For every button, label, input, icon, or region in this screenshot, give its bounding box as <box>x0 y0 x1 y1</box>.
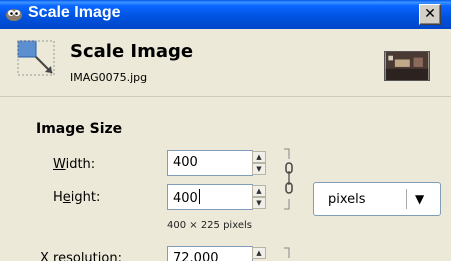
image-size-heading: Image Size <box>36 121 123 137</box>
height-spinbox[interactable]: 400 ▲ ▼ <box>167 184 266 210</box>
xres-increment-button[interactable]: ▲ <box>252 247 266 259</box>
width-value[interactable]: 400 <box>173 155 198 170</box>
close-button[interactable]: ✕ <box>419 4 441 25</box>
xres-chain-bracket <box>284 247 290 258</box>
dialog-header: Scale Image IMAG0075.jpg <box>0 29 451 97</box>
close-icon: ✕ <box>424 6 436 22</box>
height-decrement-button[interactable]: ▼ <box>252 197 266 209</box>
combo-separator <box>406 189 407 209</box>
chain-link-icon[interactable] <box>283 147 297 213</box>
arrow-up-icon: ▲ <box>256 153 262 161</box>
height-label: Height: <box>53 190 101 205</box>
xres-label: X resolution: <box>40 251 122 261</box>
window-title: Scale Image <box>28 4 121 21</box>
image-thumbnail <box>384 51 430 81</box>
xres-value[interactable]: 72.000 <box>173 251 219 261</box>
unit-value: pixels <box>328 192 366 207</box>
width-increment-button[interactable]: ▲ <box>252 151 266 163</box>
dimensions-readout: 400 × 225 pixels <box>167 220 252 231</box>
arrow-down-icon: ▼ <box>256 165 262 173</box>
arrow-up-icon: ▲ <box>256 249 262 257</box>
image-filename: IMAG0075.jpg <box>70 71 148 84</box>
height-value[interactable]: 400 <box>173 189 200 206</box>
title-bar[interactable]: Scale Image ✕ <box>0 0 451 29</box>
width-label: Width: <box>53 157 96 172</box>
arrow-down-icon: ▼ <box>256 199 262 207</box>
unit-selector[interactable]: pixels ▼ <box>313 182 441 216</box>
width-decrement-button[interactable]: ▼ <box>252 163 266 175</box>
xres-spinbox[interactable]: 72.000 ▲ <box>167 246 266 261</box>
width-spinbox[interactable]: 400 ▲ ▼ <box>167 150 266 176</box>
gimp-wilber-icon <box>6 9 22 21</box>
scale-image-icon <box>17 40 55 76</box>
dialog-title: Scale Image <box>70 41 194 62</box>
height-increment-button[interactable]: ▲ <box>252 185 266 197</box>
arrow-up-icon: ▲ <box>256 187 262 195</box>
chevron-down-icon: ▼ <box>415 192 425 206</box>
